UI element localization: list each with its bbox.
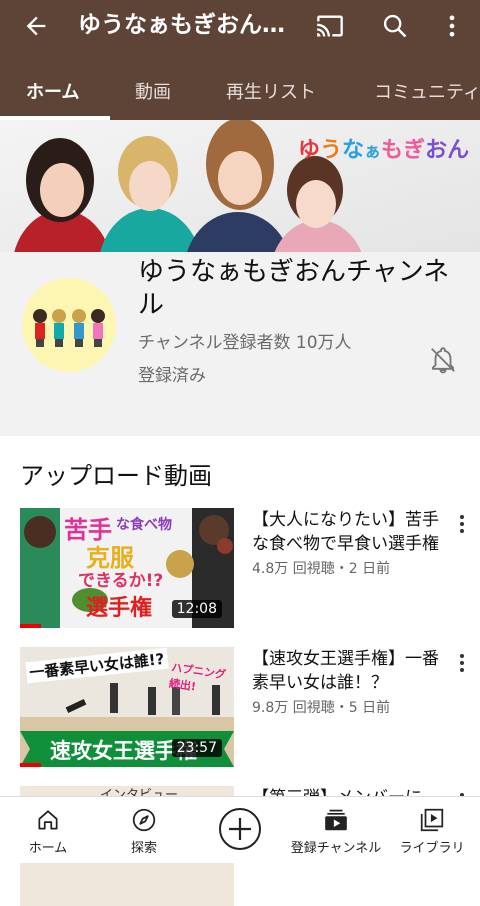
subscriptions-icon [325,809,347,831]
banner-logo-char: ぎ [403,138,426,163]
watch-progress-bar [20,624,42,628]
nav-explore[interactable]: 探索 [96,797,192,863]
video-duration: 23:57 [171,739,222,757]
thumb-text: な食べ物 [116,517,172,533]
avatar-illustration [22,278,116,372]
create-plus-icon [219,808,261,850]
tab-home[interactable]: ホーム [26,78,79,104]
nav-label: 登録チャンネル [290,841,382,856]
channel-banner: ゆうなぁもぎおん [0,120,480,252]
video-duration: 12:08 [171,600,222,618]
video-more-icon[interactable] [452,651,472,675]
nav-label: 探索 [130,841,157,856]
subscriber-count: チャンネル登録者数 10万人 [138,333,352,353]
video-item[interactable]: 一番素早い女は誰!? ハプニング続出! 速攻女王選手権 23:57 【速攻女王選… [0,647,480,767]
explore-compass-icon [132,808,156,832]
channel-name: ゆうなぁもぎおんチャンネル [138,257,450,320]
nav-library[interactable]: ライブラリ [384,797,480,863]
more-vert-icon[interactable] [438,12,466,40]
video-more-icon[interactable] [452,512,472,536]
tab-videos[interactable]: 動画 [135,78,171,104]
banner-logo-char: な [342,138,365,163]
banner-logo-char: ゆ [298,138,321,163]
nav-label: ホーム [28,841,68,856]
video-title[interactable]: 【速攻女王選手権】一番素早い女は誰！？ [252,647,442,695]
video-thumbnail[interactable]: 苦手 な食べ物 克服 できるか!? 選手権 12:08 [20,508,234,628]
notification-off-bell-icon[interactable] [428,345,458,375]
tab-community[interactable]: コミュニティ [374,78,480,104]
subscribed-button[interactable]: 登録済み [138,361,206,386]
nav-subscriptions[interactable]: 登録チャンネル [288,797,384,863]
channel-title: ゆうなぁもぎおんチャンネル [78,12,290,38]
video-item[interactable]: 苦手 な食べ物 克服 できるか!? 選手権 12:08 【大人になりたい】苦手な… [0,508,480,628]
banner-logo: ゆうなぁもぎおん [298,132,469,164]
cast-icon[interactable] [316,12,344,40]
search-icon[interactable] [381,12,409,40]
uploads-section-title: アップロード動画 [20,462,212,490]
video-thumbnail[interactable]: 一番素早い女は誰!? ハプニング続出! 速攻女王選手権 23:57 [20,647,234,767]
video-meta: 4.8万 回視聴・2 日前 [252,561,391,577]
video-title[interactable]: 【大人になりたい】苦手な食べ物で早食い選手権 [252,508,442,556]
library-icon [420,808,444,832]
nav-label: ライブラリ [399,841,465,856]
home-icon [38,810,58,830]
nav-home[interactable]: ホーム [0,797,96,863]
nav-create[interactable] [192,797,288,863]
back-arrow-icon[interactable] [22,12,50,40]
banner-logo-char: う [320,138,343,163]
banner-logo-char: も [381,138,404,163]
bottom-navigation: ホーム 探索 登録チャンネル ライブラリ [0,796,480,863]
app-bar: ゆうなぁもぎおんチャンネル [0,0,480,52]
thumb-text: できるか!? [78,571,164,591]
thumb-text: 選手権 [86,596,153,621]
watch-progress-bar [20,763,42,767]
banner-logo-char: ん [447,138,470,163]
banner-logo-char: お [425,138,448,163]
video-meta: 9.8万 回視聴・5 日前 [252,700,391,716]
channel-avatar[interactable] [22,278,116,372]
tab-playlists[interactable]: 再生リスト [226,78,316,104]
channel-tabs: ホーム 動画 再生リスト コミュニティ [0,52,480,120]
banner-logo-char: ぁ [364,142,382,162]
